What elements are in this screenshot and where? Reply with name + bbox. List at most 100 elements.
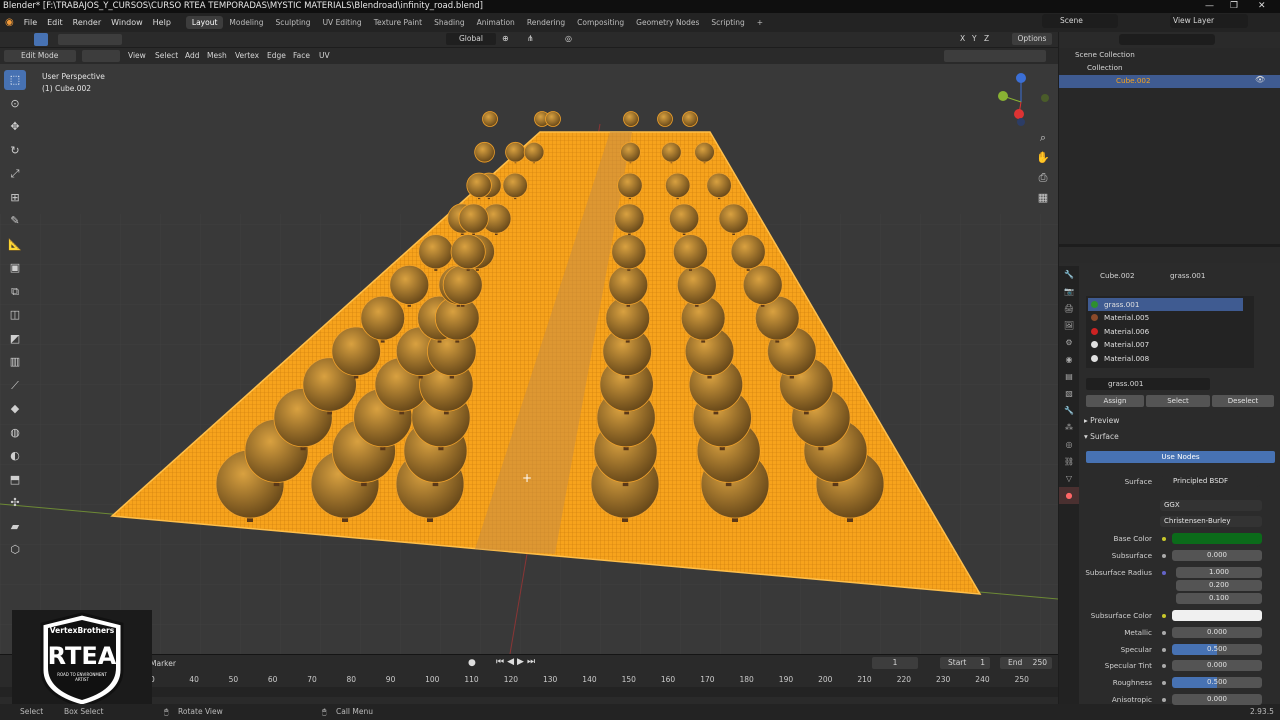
add-workspace-icon[interactable]: + xyxy=(751,16,769,29)
current-frame-field[interactable]: 1 xyxy=(872,657,918,669)
world-tab-icon[interactable]: ◉ xyxy=(1059,351,1079,368)
specular-tint-field[interactable]: 0.000 xyxy=(1172,660,1262,671)
tab-uv-editing[interactable]: UV Editing xyxy=(317,16,368,29)
knife-icon[interactable]: ⟋ xyxy=(4,376,26,396)
playback-controls[interactable]: ⏮◀▶⏭ xyxy=(496,657,538,667)
anisotropic-field[interactable]: 0.000 xyxy=(1172,694,1262,705)
marker-menu[interactable]: Marker xyxy=(150,659,176,668)
edge-slide-icon[interactable]: ⬒ xyxy=(4,470,26,490)
tab-modeling[interactable]: Modeling xyxy=(223,16,269,29)
scene-collection-row[interactable]: Scene Collection xyxy=(1075,50,1135,59)
menu-face[interactable]: Face xyxy=(293,51,310,60)
tool-tab-icon[interactable]: 🔧 xyxy=(1059,266,1079,283)
menu-view[interactable]: View xyxy=(128,51,146,60)
object-tab-icon[interactable]: ▧ xyxy=(1059,385,1079,402)
loop-cut-icon[interactable]: ▥ xyxy=(4,352,26,372)
menu-window[interactable]: Window xyxy=(106,18,148,27)
subsurface-method-dropdown[interactable]: Christensen-Burley xyxy=(1160,516,1262,527)
menu-mesh[interactable]: Mesh xyxy=(207,51,227,60)
preview-panel[interactable]: ▸ Preview xyxy=(1084,416,1119,425)
collection-tab-icon[interactable]: ▤ xyxy=(1059,368,1079,385)
transform-icon[interactable]: ⊞ xyxy=(4,188,26,208)
collection-row[interactable]: Collection xyxy=(1087,63,1123,72)
scene-tab-icon[interactable]: ⚙ xyxy=(1059,334,1079,351)
rotate-icon[interactable]: ↻ xyxy=(4,141,26,161)
radius-z-field[interactable]: 0.100 xyxy=(1176,593,1262,604)
poly-build-icon[interactable]: ◆ xyxy=(4,399,26,419)
keyframe-icon[interactable]: ● xyxy=(468,658,476,668)
menu-select[interactable]: Select xyxy=(155,51,178,60)
outliner-object-row[interactable]: Cube.002 👁 xyxy=(1059,75,1280,88)
options-dropdown[interactable]: Options xyxy=(1012,33,1052,45)
specular-field[interactable]: 0.500 xyxy=(1172,644,1262,655)
menu-vertex[interactable]: Vertex xyxy=(235,51,259,60)
pivot-icon[interactable]: ⊕ xyxy=(502,34,509,43)
inset-icon[interactable]: ◫ xyxy=(4,305,26,325)
mirror-y-toggle[interactable]: Y xyxy=(972,34,977,43)
smooth-icon[interactable]: ◐ xyxy=(4,446,26,466)
bevel-icon[interactable]: ◩ xyxy=(4,329,26,349)
tab-compositing[interactable]: Compositing xyxy=(571,16,630,29)
mode-dropdown[interactable]: Edit Mode xyxy=(4,50,76,62)
tab-shading[interactable]: Shading xyxy=(428,16,470,29)
timeline-scrubber[interactable] xyxy=(0,687,1058,697)
tab-rendering[interactable]: Rendering xyxy=(521,16,571,29)
material-slot-row[interactable]: Material.005 xyxy=(1088,311,1243,324)
roughness-field[interactable]: 0.500 xyxy=(1172,677,1262,688)
view-layer-selector[interactable]: View Layer xyxy=(1170,14,1248,28)
tab-scripting[interactable]: Scripting xyxy=(705,16,750,29)
view-layer-tab-icon[interactable]: 🖼 xyxy=(1059,317,1079,334)
proportional-edit-icon[interactable]: ◎ xyxy=(565,34,572,43)
distribution-dropdown[interactable]: GGX xyxy=(1160,500,1262,511)
start-frame-field[interactable]: Start 1 xyxy=(940,657,990,669)
camera-icon[interactable]: ⎙ xyxy=(1034,168,1052,188)
minimize-icon[interactable]: — xyxy=(1205,0,1214,13)
add-cube-icon[interactable]: ▣ xyxy=(4,258,26,278)
menu-add[interactable]: Add xyxy=(185,51,200,60)
menu-file[interactable]: File xyxy=(19,18,42,27)
visibility-eye-icon[interactable]: 👁 xyxy=(1255,75,1265,84)
menu-edit[interactable]: Edit xyxy=(42,18,68,27)
move-icon[interactable]: ✥ xyxy=(4,117,26,137)
select-button[interactable]: Select xyxy=(1146,395,1210,407)
output-tab-icon[interactable]: 🖨 xyxy=(1059,300,1079,317)
subsurface-field[interactable]: 0.000 xyxy=(1172,550,1262,561)
deselect-button[interactable]: Deselect xyxy=(1212,395,1274,407)
cursor-icon[interactable]: ⊙ xyxy=(4,94,26,114)
measure-icon[interactable]: 📐 xyxy=(4,235,26,255)
tab-animation[interactable]: Animation xyxy=(471,16,521,29)
modifier-tab-icon[interactable]: 🔧 xyxy=(1059,402,1079,419)
tab-layout[interactable]: Layout xyxy=(185,16,224,29)
radius-y-field[interactable]: 0.200 xyxy=(1176,580,1262,591)
selection-mode-buttons[interactable] xyxy=(58,34,122,45)
metallic-field[interactable]: 0.000 xyxy=(1172,627,1262,638)
surface-panel[interactable]: ▾ Surface xyxy=(1084,432,1119,441)
close-icon[interactable]: ✕ xyxy=(1258,0,1266,13)
maximize-icon[interactable]: ❐ xyxy=(1230,0,1238,13)
end-frame-field[interactable]: End 250 xyxy=(1000,657,1052,669)
material-slot-row[interactable]: Material.007 xyxy=(1088,338,1243,351)
physics-tab-icon[interactable]: ◎ xyxy=(1059,436,1079,453)
shrink-fatten-icon[interactable]: ✣ xyxy=(4,493,26,513)
material-slot-row[interactable]: Material.006 xyxy=(1088,325,1243,338)
constraints-tab-icon[interactable]: ⛓ xyxy=(1059,453,1079,470)
assign-button[interactable]: Assign xyxy=(1086,395,1144,407)
tab-sculpting[interactable]: Sculpting xyxy=(270,16,317,29)
outliner-search-input[interactable] xyxy=(1119,34,1215,45)
tab-texture-paint[interactable]: Texture Paint xyxy=(368,16,428,29)
surface-shader-field[interactable]: Principled BSDF xyxy=(1160,476,1260,487)
select-mode-icons[interactable] xyxy=(82,50,120,62)
extrude-icon[interactable]: ⧉ xyxy=(4,282,26,302)
subsurface-color-swatch[interactable] xyxy=(1172,610,1262,621)
menu-edge[interactable]: Edge xyxy=(267,51,286,60)
rip-icon[interactable]: ⬡ xyxy=(4,540,26,560)
material-slot-row[interactable]: Material.008 xyxy=(1088,352,1243,365)
tab-geometry-nodes[interactable]: Geometry Nodes xyxy=(630,16,705,29)
select-tool-icon[interactable] xyxy=(34,33,48,46)
zoom-icon[interactable]: ⌕ xyxy=(1034,128,1052,148)
scale-icon[interactable]: ⤢ xyxy=(4,164,26,184)
outliner[interactable]: Scene Collection Collection Cube.002 👁 xyxy=(1059,32,1280,244)
menu-render[interactable]: Render xyxy=(68,18,106,27)
shear-icon[interactable]: ▰ xyxy=(4,517,26,537)
blender-logo-icon[interactable]: ◉ xyxy=(0,17,19,28)
